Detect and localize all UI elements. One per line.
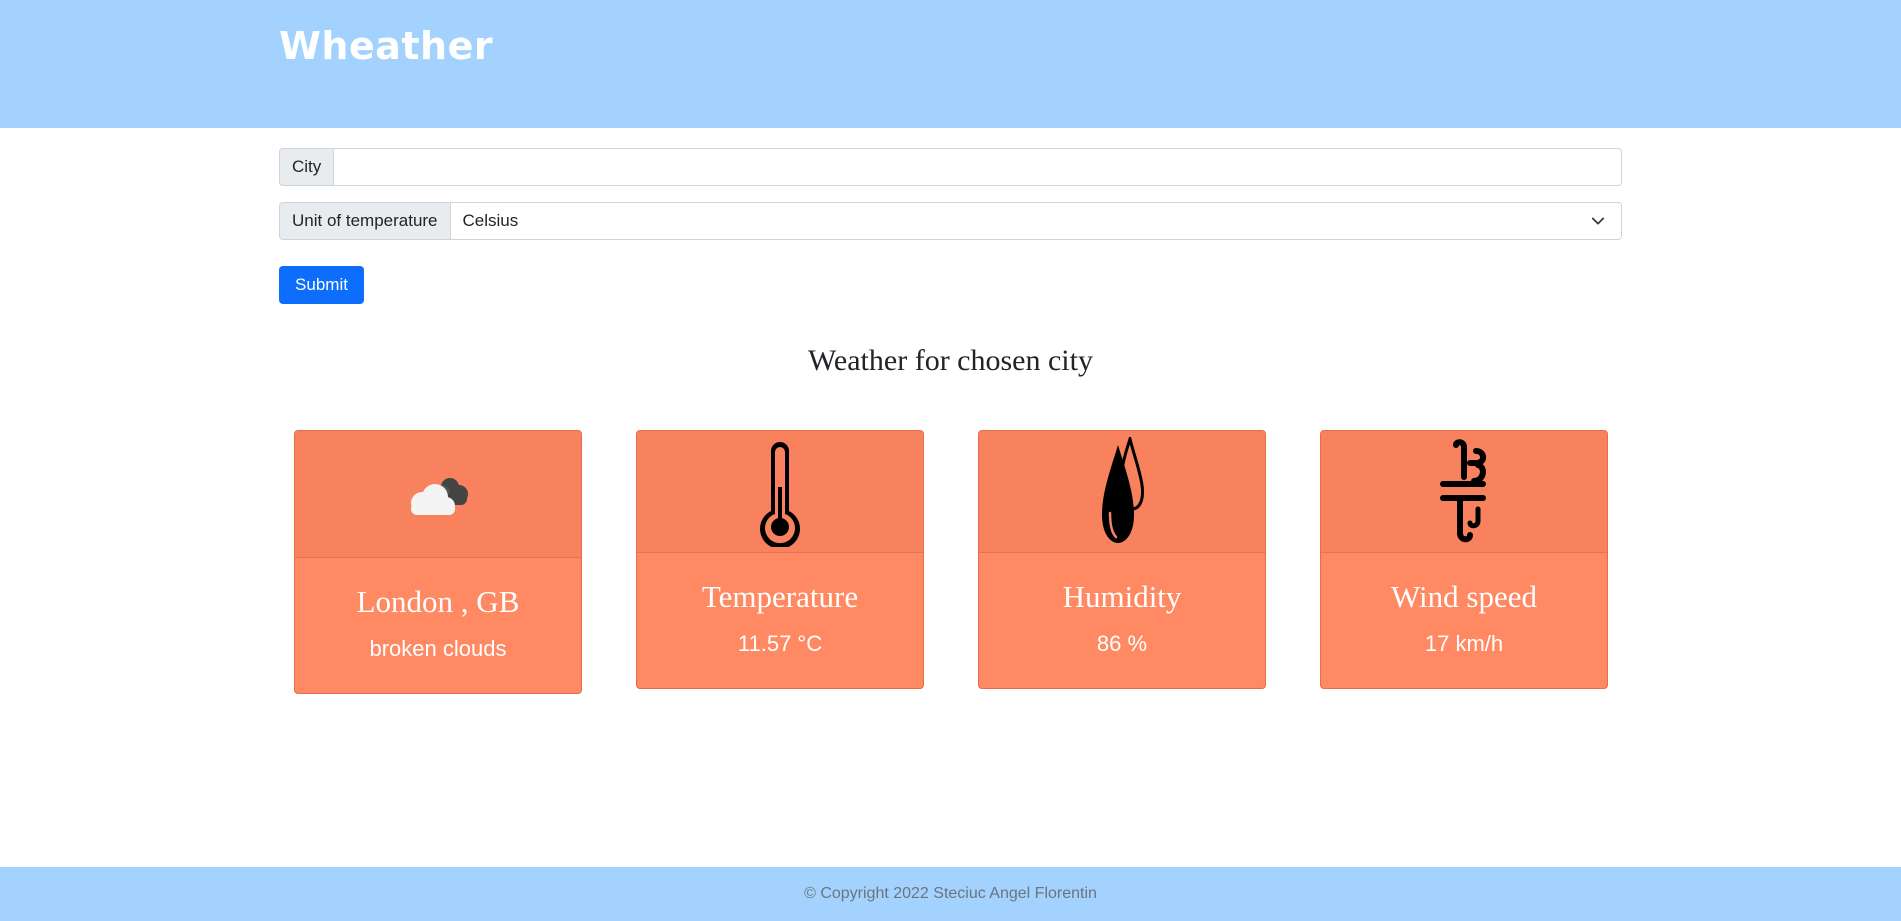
city-name: London , GB (356, 584, 520, 619)
temperature-title: Temperature (701, 579, 859, 614)
thermometer-icon (760, 441, 800, 547)
brand-title: Wheather (279, 24, 494, 68)
unit-selected-value: Celsius (462, 211, 519, 230)
card-body: London , GB broken clouds (295, 558, 581, 693)
header: Wheather (0, 0, 1901, 128)
wind-card: Wind speed 17 km/h (1320, 430, 1608, 689)
wind-value: 17 km/h (1424, 631, 1504, 656)
wind-title: Wind speed (1391, 579, 1537, 614)
unit-select[interactable]: Celsius (450, 203, 1621, 239)
chevron-down-icon (1591, 217, 1605, 225)
section-title: Weather for chosen city (808, 344, 1093, 377)
city-input-group: City (279, 148, 1622, 186)
card-header (979, 431, 1265, 553)
location-card: London , GB broken clouds (294, 430, 582, 694)
humidity-card: Humidity 86 % (978, 430, 1266, 689)
card-header (295, 431, 581, 558)
humidity-icon (1102, 436, 1144, 543)
temperature-value: 11.57 °C (737, 631, 823, 656)
city-label: City (280, 149, 335, 185)
humidity-title: Humidity (1062, 579, 1182, 614)
card-body: Temperature 11.57 °C (637, 553, 923, 688)
submit-button[interactable]: Submit (279, 266, 364, 304)
wind-icon (1440, 438, 1486, 542)
card-header (637, 431, 923, 553)
copyright-text: © Copyright 2022 Steciuc Angel Florentin (804, 885, 1097, 902)
cloud-icon (411, 478, 468, 515)
footer: © Copyright 2022 Steciuc Angel Florentin (0, 867, 1901, 921)
humidity-value: 86 % (1096, 631, 1148, 656)
card-header (1321, 431, 1607, 553)
temperature-card: Temperature 11.57 °C (636, 430, 924, 689)
unit-label: Unit of temperature (280, 203, 451, 239)
weather-description: broken clouds (369, 636, 507, 661)
card-body: Wind speed 17 km/h (1321, 553, 1607, 688)
unit-select-group: Unit of temperature Celsius (279, 202, 1622, 240)
city-input[interactable] (334, 149, 1621, 185)
card-body: Humidity 86 % (979, 553, 1265, 688)
